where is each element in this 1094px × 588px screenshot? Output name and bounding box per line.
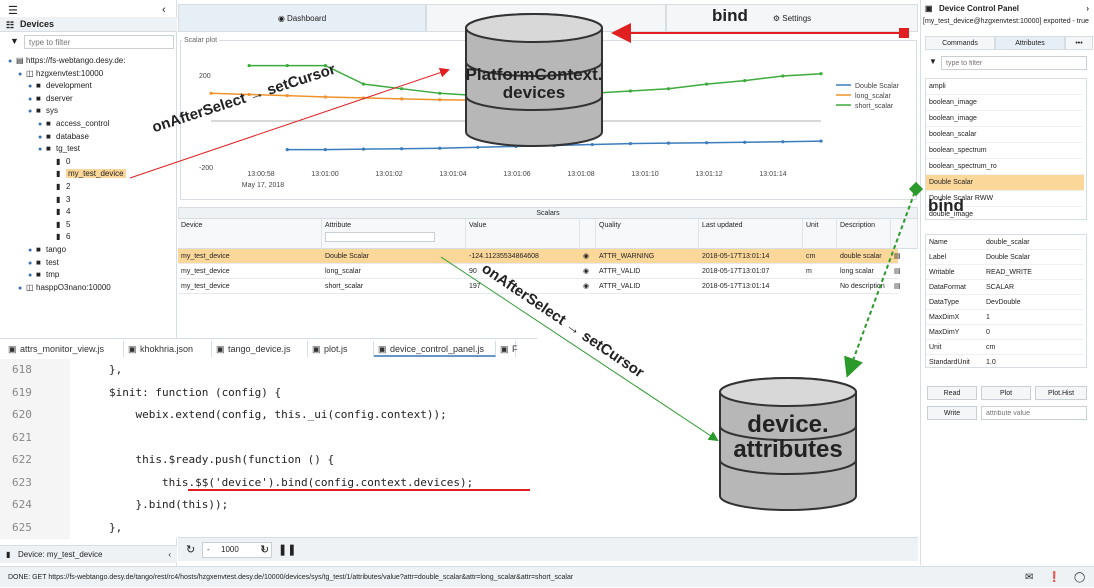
db-device-label: device. attributes — [733, 411, 843, 464]
select-arrow-2 — [440, 256, 719, 442]
bind-label-right: bind — [928, 196, 964, 215]
bind-arrow-right — [844, 185, 918, 378]
db-platform-label: PlatformContext. devices — [465, 65, 603, 102]
bind-anchor-right — [908, 181, 924, 197]
bind-label-top: bind — [712, 6, 748, 25]
bind-anchor-top — [899, 28, 909, 38]
